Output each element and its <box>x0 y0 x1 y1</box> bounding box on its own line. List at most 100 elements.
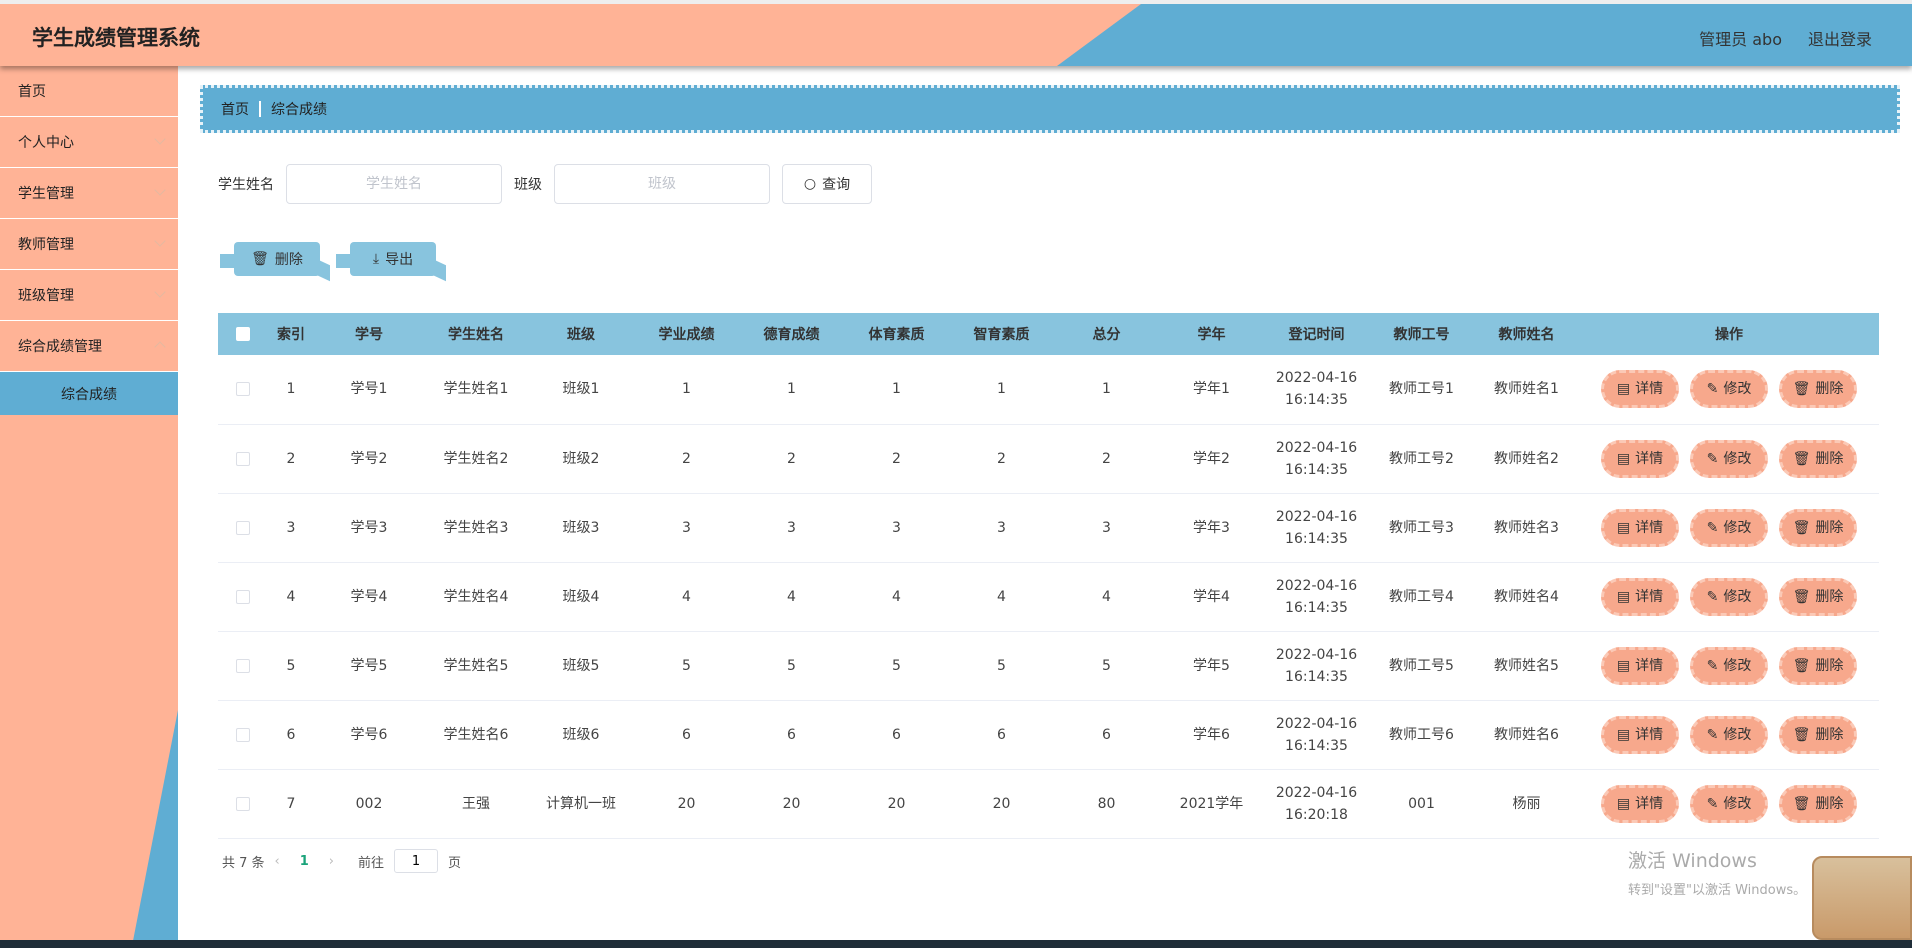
table-cell: 6 <box>844 700 949 770</box>
chevron-down-icon <box>154 184 166 196</box>
edit-button[interactable]: ✎ 修改 <box>1690 577 1768 616</box>
table-cell: 教师工号2 <box>1369 424 1474 494</box>
row-checkbox[interactable] <box>236 589 250 604</box>
edit-button[interactable]: ✎ 修改 <box>1690 646 1768 685</box>
table-cell: 学年1 <box>1159 355 1264 425</box>
student-name-input[interactable] <box>286 164 502 204</box>
table-cell: 5 <box>1054 631 1159 701</box>
table-row: 7 002 王强 计算机一班 20 20 20 20 80 2021学年 2022-04-16 16:… <box>218 769 1879 839</box>
logout-link[interactable]: 退出登录 <box>1808 26 1872 50</box>
delete-button[interactable]: 🗑 删除 <box>1779 646 1857 685</box>
batch-delete-button[interactable]: 🗑 删除 <box>220 242 320 276</box>
export-label: 导出 <box>385 252 414 268</box>
download-icon: ⤓ <box>372 251 380 267</box>
table-cell: 3 <box>1054 493 1159 563</box>
row-select-cell <box>218 355 268 425</box>
table-cell: 1 <box>634 355 739 425</box>
query-button[interactable]: ○ 查询 <box>782 164 872 204</box>
windows-watermark: 激活 Windows 转到"设置"以激活 Windows。 <box>1628 846 1806 898</box>
table-cell: 1 <box>1054 355 1159 425</box>
table-cell: 学号1 <box>314 355 424 425</box>
delete-button[interactable]: 🗑 删除 <box>1779 577 1857 616</box>
table-cell: 班级3 <box>528 493 634 563</box>
detail-button[interactable]: ▤ 详情 <box>1601 646 1679 685</box>
sidebar-item-classes[interactable]: 班级管理 <box>0 270 178 321</box>
table-cell: 学年5 <box>1159 631 1264 701</box>
row-checkbox[interactable] <box>236 658 250 673</box>
detail-button[interactable]: ▤ 详情 <box>1601 508 1679 547</box>
edit-button[interactable]: ✎ 修改 <box>1690 439 1768 478</box>
table-cell: 3 <box>739 493 844 563</box>
column-header: 总分 <box>1054 313 1159 355</box>
edit-button[interactable]: ✎ 修改 <box>1690 370 1768 409</box>
sidebar-item-students[interactable]: 学生管理 <box>0 168 178 219</box>
row-checkbox[interactable] <box>236 451 250 466</box>
delete-button[interactable]: 🗑 删除 <box>1779 715 1857 754</box>
chevron-down-icon <box>154 235 166 247</box>
chevron-down-icon <box>154 286 166 298</box>
row-checkbox[interactable] <box>236 382 250 397</box>
table-cell: 2022-04-16 16:20:18 <box>1264 769 1369 839</box>
table-row: 6 学号6 学生姓名6 班级6 6 6 6 6 6 学年6 2022-04-16 16:14:35 教师… <box>218 700 1879 770</box>
column-header: 教师姓名 <box>1474 313 1579 355</box>
detail-button[interactable]: ▤ 详情 <box>1601 715 1679 754</box>
table-cell: 3 <box>634 493 739 563</box>
page-number[interactable]: 1 <box>300 854 309 869</box>
sidebar-item-home[interactable]: 首页 <box>0 66 178 117</box>
detail-button[interactable]: ▤ 详情 <box>1601 370 1679 409</box>
sidebar-subitem-scores[interactable]: 综合成绩 <box>0 372 178 415</box>
table-cell: 20 <box>739 769 844 839</box>
edit-button[interactable]: ✎ 修改 <box>1690 715 1768 754</box>
select-all-checkbox[interactable] <box>236 327 250 341</box>
table-cell: 20 <box>949 769 1054 839</box>
edit-button[interactable]: ✎ 修改 <box>1690 784 1768 823</box>
row-actions: ▤ 详情 ✎ 修改 🗑 删除 <box>1579 631 1879 701</box>
delete-label: 删除 <box>1815 726 1844 743</box>
next-page-icon[interactable]: › <box>329 854 334 869</box>
sidebar-item-teachers[interactable]: 教师管理 <box>0 219 178 270</box>
delete-button[interactable]: 🗑 删除 <box>1779 439 1857 478</box>
delete-button[interactable]: 🗑 删除 <box>1779 370 1857 409</box>
search-bar: 学生姓名 班级 ○ 查询 <box>218 164 872 204</box>
table-cell: 80 <box>1054 769 1159 839</box>
class-input[interactable] <box>554 164 770 204</box>
table-cell: 2 <box>268 424 314 494</box>
table-cell: 学生姓名1 <box>424 355 528 425</box>
detail-label: 详情 <box>1635 450 1664 467</box>
table-cell: 4 <box>1054 562 1159 632</box>
delete-button[interactable]: 🗑 删除 <box>1779 508 1857 547</box>
row-checkbox[interactable] <box>236 520 250 535</box>
row-select-cell <box>218 424 268 494</box>
edit-button[interactable]: ✎ 修改 <box>1690 508 1768 547</box>
breadcrumb-home[interactable]: 首页 <box>221 99 249 119</box>
table-row: 3 学号3 学生姓名3 班级3 3 3 3 3 3 学年3 2022-04-16 16:14:35 教师… <box>218 493 1879 563</box>
delete-label: 删除 <box>1815 588 1844 605</box>
sidebar-item-profile[interactable]: 个人中心 <box>0 117 178 168</box>
detail-button[interactable]: ▤ 详情 <box>1601 784 1679 823</box>
export-button[interactable]: ⤓ 导出 <box>336 242 436 276</box>
row-checkbox[interactable] <box>236 727 250 742</box>
table-cell: 6 <box>949 700 1054 770</box>
pencil-icon: ✎ <box>1706 519 1719 536</box>
table-cell: 6 <box>268 700 314 770</box>
row-checkbox[interactable] <box>236 796 250 811</box>
sidebar-item-scores[interactable]: 综合成绩管理 <box>0 321 178 372</box>
delete-button[interactable]: 🗑 删除 <box>1779 784 1857 823</box>
detail-button[interactable]: ▤ 详情 <box>1601 439 1679 478</box>
trash-icon: 🗑 <box>1792 519 1811 536</box>
table-cell: 1 <box>949 355 1054 425</box>
row-actions: ▤ 详情 ✎ 修改 🗑 删除 <box>1579 562 1879 632</box>
table-cell: 教师姓名5 <box>1474 631 1579 701</box>
prev-page-icon[interactable]: ‹ <box>275 854 280 869</box>
table-cell: 教师工号1 <box>1369 355 1474 425</box>
pencil-icon: ✎ <box>1706 657 1719 674</box>
detail-button[interactable]: ▤ 详情 <box>1601 577 1679 616</box>
column-header: 操作 <box>1579 313 1879 355</box>
pencil-icon: ✎ <box>1706 588 1719 605</box>
document-icon: ▤ <box>1616 588 1631 605</box>
table-cell: 2 <box>1054 424 1159 494</box>
goto-page-input[interactable] <box>394 849 439 873</box>
table-cell: 教师工号5 <box>1369 631 1474 701</box>
table-cell: 2022-04-16 16:14:35 <box>1264 562 1369 632</box>
column-header: 索引 <box>268 313 314 355</box>
